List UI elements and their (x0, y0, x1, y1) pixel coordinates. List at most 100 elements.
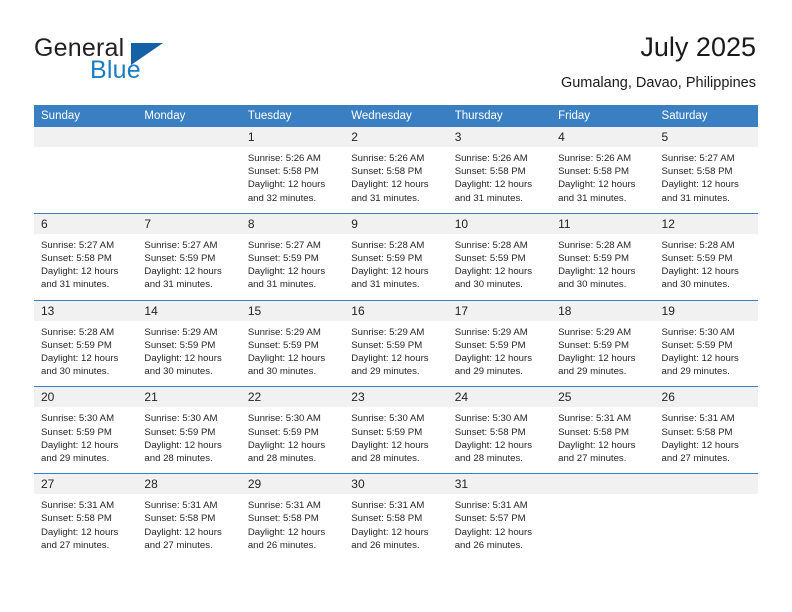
calendar-week-row: 6 Sunrise: 5:27 AM Sunset: 5:58 PM Daylight… (34, 212, 758, 301)
calendar-day-cell[interactable]: 1 Sunrise: 5:26 AM Sunset: 5:58 PM Daylight… (240, 127, 345, 213)
day-detail-line: Sunset: 5:59 PM (351, 339, 423, 351)
day-detail-line: Sunrise: 5:28 AM (351, 239, 425, 251)
day-detail-line: Sunset: 5:59 PM (41, 339, 112, 351)
calendar-week-row: 20 Sunrise: 5:30 AM Sunset: 5:59 PM Dayligh… (34, 386, 758, 474)
calendar-day-cell[interactable]: 16 Sunrise: 5:29 AM Sunset: 5:59 PM Dayligh… (344, 299, 448, 387)
day-detail-line: Daylight: 12 hours (661, 353, 739, 365)
day-details: Sunrise: 5:31 AM Sunset: 5:58 PM Daylight:… (655, 407, 758, 473)
day-detail-line: and 27 minutes. (661, 453, 730, 465)
day-detail-line: Daylight: 12 hours (41, 353, 119, 365)
day-details (34, 147, 137, 211)
calendar-day-cell[interactable]: 3 Sunrise: 5:26 AM Sunset: 5:58 PM Daylight… (447, 127, 552, 213)
day-number: 16 (344, 300, 448, 321)
day-details: Sunrise: 5:30 AM Sunset: 5:59 PM Daylight:… (137, 407, 240, 473)
day-number: 10 (447, 213, 552, 234)
calendar-day-cell[interactable]: 10 Sunrise: 5:28 AM Sunset: 5:59 PM Dayligh… (447, 212, 552, 301)
calendar-day-cell[interactable]: 7 Sunrise: 5:27 AM Sunset: 5:59 PM Daylight… (137, 212, 241, 301)
calendar-day-cell[interactable]: 19 Sunrise: 5:30 AM Sunset: 5:59 PM Dayligh… (654, 299, 758, 387)
day-details: Sunrise: 5:27 AM Sunset: 5:58 PM Daylight:… (655, 147, 758, 213)
calendar-day-cell[interactable]: 31 Sunrise: 5:31 AM Sunset: 5:57 PM Dayligh… (447, 473, 552, 561)
day-detail-line: Sunrise: 5:29 AM (247, 326, 321, 338)
calendar-day-cell[interactable]: 18 Sunrise: 5:29 AM Sunset: 5:59 PM Dayligh… (551, 299, 655, 387)
calendar-day-cell[interactable]: 2 Sunrise: 5:26 AM Sunset: 5:58 PM Daylight… (344, 127, 448, 213)
day-detail-line: Sunrise: 5:27 AM (41, 239, 115, 251)
day-number: 7 (137, 213, 241, 234)
calendar-day-cell[interactable]: 4 Sunrise: 5:26 AM Sunset: 5:58 PM Daylight… (551, 127, 655, 213)
calendar-day-cell-empty (137, 127, 241, 213)
day-detail-line: Sunrise: 5:27 AM (661, 153, 735, 164)
calendar-day-cell[interactable]: 15 Sunrise: 5:29 AM Sunset: 5:59 PM Dayligh… (240, 299, 345, 387)
calendar-day-cell[interactable]: 28 Sunrise: 5:31 AM Sunset: 5:58 PM Dayligh… (137, 473, 241, 561)
weekday-header-friday: Friday (551, 105, 655, 127)
calendar-day-cell[interactable]: 27 Sunrise: 5:31 AM Sunset: 5:58 PM Dayligh… (34, 473, 138, 561)
day-detail-line: and 27 minutes. (41, 539, 110, 551)
day-number: 5 (654, 127, 758, 147)
day-detail-line: Sunset: 5:59 PM (661, 339, 733, 351)
day-detail-line: and 31 minutes. (661, 192, 730, 204)
calendar-day-cell[interactable]: 6 Sunrise: 5:27 AM Sunset: 5:58 PM Daylight… (34, 212, 138, 301)
brand-logo[interactable]: General Blue (34, 34, 294, 90)
calendar-day-cell-empty (654, 473, 758, 561)
day-detail-line: Daylight: 12 hours (247, 179, 326, 191)
calendar-day-cell[interactable]: 14 Sunrise: 5:29 AM Sunset: 5:59 PM Dayligh… (137, 299, 241, 387)
calendar-day-cell[interactable]: 29 Sunrise: 5:31 AM Sunset: 5:58 PM Dayligh… (240, 473, 345, 561)
day-detail-line: Sunrise: 5:31 AM (247, 500, 321, 512)
day-detail-line: and 28 minutes. (144, 453, 213, 465)
calendar-day-cell[interactable]: 13 Sunrise: 5:28 AM Sunset: 5:59 PM Dayligh… (34, 299, 138, 387)
calendar-day-cell[interactable]: 23 Sunrise: 5:30 AM Sunset: 5:59 PM Dayligh… (344, 386, 448, 474)
calendar-day-cell[interactable]: 30 Sunrise: 5:31 AM Sunset: 5:58 PM Dayligh… (344, 473, 448, 561)
calendar-day-cell[interactable]: 21 Sunrise: 5:30 AM Sunset: 5:59 PM Dayligh… (137, 386, 241, 474)
day-detail-line: and 31 minutes. (41, 279, 110, 291)
day-detail-line: Daylight: 12 hours (41, 439, 119, 451)
weekday-header-saturday: Saturday (654, 105, 758, 127)
day-number: 1 (240, 127, 345, 147)
day-details: Sunrise: 5:31 AM Sunset: 5:58 PM Daylight:… (344, 494, 447, 560)
page-header: General Blue July 2025 Gumalang, Davao, … (0, 0, 792, 100)
calendar-day-cell[interactable]: 9 Sunrise: 5:28 AM Sunset: 5:59 PM Daylight… (344, 212, 448, 301)
day-detail-line: Sunset: 5:58 PM (41, 513, 112, 525)
calendar-day-cell[interactable]: 8 Sunrise: 5:27 AM Sunset: 5:59 PM Daylight… (240, 212, 345, 301)
day-detail-line: Sunset: 5:59 PM (247, 253, 319, 265)
day-detail-line: Sunrise: 5:30 AM (454, 413, 528, 425)
day-detail-line: Sunrise: 5:27 AM (247, 239, 321, 251)
day-detail-line: Sunset: 5:59 PM (454, 253, 526, 265)
day-number (137, 127, 241, 147)
day-number: 9 (344, 213, 448, 234)
day-detail-line: Daylight: 12 hours (351, 439, 429, 451)
day-detail-line: Sunset: 5:58 PM (247, 513, 319, 525)
day-detail-line: Daylight: 12 hours (247, 353, 326, 365)
day-detail-line: Sunrise: 5:26 AM (454, 153, 528, 164)
calendar-header-row: Sunday Monday Tuesday Wednesday Thursday Frid… (34, 105, 758, 127)
day-detail-line: and 28 minutes. (454, 453, 523, 465)
calendar-day-cell[interactable]: 17 Sunrise: 5:29 AM Sunset: 5:59 PM Dayligh… (447, 299, 552, 387)
calendar-day-cell[interactable]: 22 Sunrise: 5:30 AM Sunset: 5:59 PM Dayligh… (240, 386, 345, 474)
day-detail-line: Sunrise: 5:31 AM (661, 413, 735, 425)
day-detail-line: Sunrise: 5:29 AM (144, 326, 218, 338)
day-number: 24 (447, 387, 552, 408)
calendar-day-cell[interactable]: 12 Sunrise: 5:28 AM Sunset: 5:59 PM Dayligh… (654, 212, 758, 301)
day-detail-line: Sunset: 5:57 PM (454, 513, 526, 525)
day-details (551, 494, 654, 558)
calendar-day-cell[interactable]: 24 Sunrise: 5:30 AM Sunset: 5:58 PM Dayligh… (447, 386, 552, 474)
day-detail-line: and 30 minutes. (144, 366, 213, 378)
calendar-day-cell[interactable]: 25 Sunrise: 5:31 AM Sunset: 5:58 PM Dayligh… (551, 386, 655, 474)
day-detail-line: Sunrise: 5:30 AM (41, 413, 115, 425)
day-details: Sunrise: 5:30 AM Sunset: 5:58 PM Daylight:… (448, 407, 551, 473)
day-detail-line: Sunset: 5:59 PM (661, 253, 733, 265)
calendar-day-cell[interactable]: 26 Sunrise: 5:31 AM Sunset: 5:58 PM Dayligh… (654, 386, 758, 474)
day-number: 18 (551, 300, 655, 321)
calendar-day-cell[interactable]: 11 Sunrise: 5:28 AM Sunset: 5:59 PM Dayligh… (551, 212, 655, 301)
day-detail-line: Sunset: 5:59 PM (351, 426, 423, 438)
calendar-table: Sunday Monday Tuesday Wednesday Thursday Frid… (34, 105, 758, 561)
day-detail-line: Sunset: 5:59 PM (144, 253, 216, 265)
day-detail-line: Daylight: 12 hours (351, 179, 429, 191)
calendar-day-cell[interactable]: 20 Sunrise: 5:30 AM Sunset: 5:59 PM Dayligh… (34, 386, 138, 474)
day-detail-line: Sunset: 5:59 PM (558, 253, 630, 265)
day-number (654, 474, 758, 495)
day-detail-line: and 29 minutes. (351, 366, 420, 378)
day-detail-line: Daylight: 12 hours (454, 266, 533, 278)
page-title: July 2025 (640, 32, 756, 62)
day-detail-line: Sunrise: 5:26 AM (247, 153, 321, 164)
weekday-header-sunday: Sunday (34, 105, 138, 127)
calendar-day-cell[interactable]: 5 Sunrise: 5:27 AM Sunset: 5:58 PM Daylight… (654, 127, 758, 213)
